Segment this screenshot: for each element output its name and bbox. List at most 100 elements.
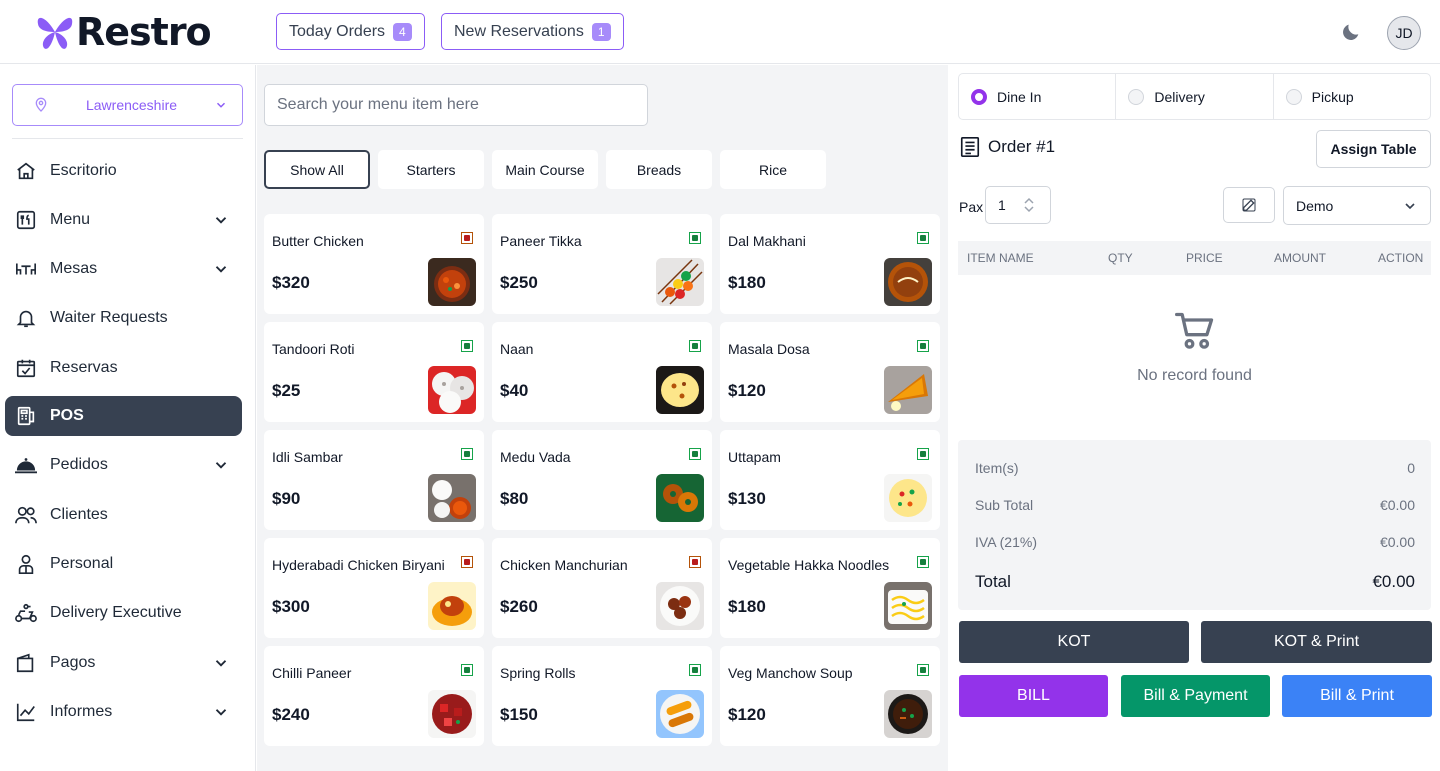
veg-indicator-icon [689, 340, 701, 352]
sidebar-item-pedidos[interactable]: Pedidos [5, 445, 242, 485]
sidebar-item-menu[interactable]: Menu [5, 200, 242, 240]
sidebar-item-escritorio[interactable]: Escritorio [5, 151, 242, 191]
menu-item-name: Butter Chicken [272, 233, 364, 249]
sidebar-item-label: Informes [50, 703, 113, 720]
butterfly-logo-icon [37, 17, 73, 49]
menu-item-card[interactable]: Paneer Tikka $250 [492, 214, 712, 314]
category-starters[interactable]: Starters [378, 150, 484, 189]
bill-payment-button[interactable]: Bill & Payment [1121, 675, 1270, 717]
sidebar-item-mesas[interactable]: Mesas [5, 249, 242, 289]
radio[interactable] [1285, 88, 1302, 105]
menu-item-price: $150 [500, 705, 538, 724]
receipt-icon [960, 137, 980, 157]
menu-item-card[interactable]: Veg Manchow Soup $120 [720, 646, 940, 746]
sidebar-item-personal[interactable]: Personal [5, 544, 242, 584]
new-reservations-count-badge: 1 [591, 22, 611, 41]
order-type-label: Delivery [1154, 88, 1205, 105]
sidebar-item-delivery-executive[interactable]: Delivery Executive [5, 593, 242, 633]
summary-label: Item(s) [975, 460, 1019, 476]
menu-item-name: Vegetable Hakka Noodles [728, 557, 890, 573]
menu-item-card[interactable]: Naan $40 [492, 322, 712, 422]
today-orders-button[interactable]: Today Orders 4 [276, 13, 425, 50]
home-icon [13, 158, 39, 184]
sidebar-item-label: Pagos [50, 654, 96, 671]
menu-item-card[interactable]: Spring Rolls $150 [492, 646, 712, 746]
food-image [656, 582, 704, 630]
menu-item-card[interactable]: Medu Vada $80 [492, 430, 712, 530]
sidebar-item-pagos[interactable]: Pagos [5, 643, 242, 683]
menu-item-price: $90 [272, 489, 301, 508]
menu-item-card[interactable]: Butter Chicken $320 [264, 214, 484, 314]
veg-indicator-icon [689, 664, 701, 676]
col-amount: AMOUNT [1274, 251, 1326, 265]
menu-item-card[interactable]: Tandoori Roti $25 [264, 322, 484, 422]
menu-item-card[interactable]: Hyderabadi Chicken Biryani $300 [264, 538, 484, 638]
sidebar-item-label: Delivery Executive [50, 604, 182, 621]
pax-input[interactable]: 1 [985, 186, 1051, 224]
veg-indicator-icon [917, 664, 929, 676]
waiter-select[interactable]: Demo [1283, 186, 1431, 225]
summary-label: Total [975, 572, 1011, 591]
radio-selected[interactable] [971, 88, 987, 105]
order-type-delivery[interactable]: Delivery [1116, 74, 1274, 119]
menu-item-name: Medu Vada [500, 449, 571, 465]
summary-value: €0.00 [1379, 534, 1415, 550]
scooter-icon [13, 600, 39, 626]
brand-logo[interactable]: Restro [36, 10, 212, 54]
moon-icon[interactable] [1340, 21, 1362, 43]
order-type-dine-in[interactable]: Dine In [959, 74, 1117, 119]
kot-print-button[interactable]: KOT & Print [1201, 621, 1432, 663]
bill-button[interactable]: BILL [959, 675, 1108, 717]
category-main-course[interactable]: Main Course [492, 150, 598, 189]
radio[interactable] [1128, 88, 1145, 105]
sidebar-item-clientes[interactable]: Clientes [5, 495, 242, 535]
sidebar-item-informes[interactable]: Informes [5, 692, 242, 732]
category-breads[interactable]: Breads [606, 150, 712, 189]
user-avatar[interactable]: JD [1387, 16, 1421, 50]
edit-button[interactable] [1223, 187, 1275, 223]
menu-item-card[interactable]: Dal Makhani $180 [720, 214, 940, 314]
kot-button[interactable]: KOT [959, 621, 1189, 663]
menu-item-price: $180 [728, 597, 766, 616]
category-rice[interactable]: Rice [720, 150, 826, 189]
sidebar-item-reservas[interactable]: Reservas [5, 348, 242, 388]
menu-item-card[interactable]: Chilli Paneer $240 [264, 646, 484, 746]
food-image [656, 258, 704, 306]
sidebar-item-label: Mesas [50, 260, 98, 277]
veg-indicator-icon [461, 448, 473, 460]
veg-indicator-icon [917, 340, 929, 352]
menu-item-card[interactable]: Chicken Manchurian $260 [492, 538, 712, 638]
menu-item-price: $120 [728, 381, 766, 400]
food-image [884, 582, 932, 630]
stepper-icon[interactable] [1022, 196, 1036, 214]
new-reservations-button[interactable]: New Reservations 1 [441, 13, 624, 50]
menu-item-card[interactable]: Idli Sambar $90 [264, 430, 484, 530]
sidebar-item-label: Personal [50, 555, 114, 572]
pax-value: 1 [998, 197, 1006, 213]
today-orders-count-badge: 4 [393, 22, 412, 41]
menu-search-input[interactable] [264, 84, 648, 126]
menu-item-card[interactable]: Masala Dosa $120 [720, 322, 940, 422]
category-show-all[interactable]: Show All [264, 150, 370, 189]
staff-icon [13, 551, 39, 577]
menu-item-card[interactable]: Vegetable Hakka Noodles $180 [720, 538, 940, 638]
order-number: Order #1 [988, 137, 1056, 156]
bill-print-button[interactable]: Bill & Print [1282, 675, 1432, 717]
menu-item-name: Spring Rolls [500, 665, 576, 681]
sidebar-item-label: Escritorio [50, 162, 117, 179]
order-type-pickup[interactable]: Pickup [1274, 74, 1430, 119]
sidebar-item-pos[interactable]: POS [5, 396, 242, 436]
sidebar-item-waiter-requests[interactable]: Waiter Requests [5, 298, 242, 338]
waiter-value: Demo [1296, 197, 1334, 214]
menu-item-price: $40 [500, 381, 529, 400]
branch-selector[interactable]: Lawrenceshire [12, 84, 243, 126]
order-type-selector: Dine In Delivery Pickup [958, 73, 1431, 120]
menu-item-name: Naan [500, 341, 534, 357]
table-icon [13, 256, 39, 282]
food-image [428, 690, 476, 738]
menu-item-name: Veg Manchow Soup [728, 665, 853, 681]
branch-name: Lawrenceshire [85, 97, 178, 113]
menu-item-name: Paneer Tikka [500, 233, 582, 249]
menu-item-card[interactable]: Uttapam $130 [720, 430, 940, 530]
assign-table-button[interactable]: Assign Table [1316, 130, 1431, 168]
